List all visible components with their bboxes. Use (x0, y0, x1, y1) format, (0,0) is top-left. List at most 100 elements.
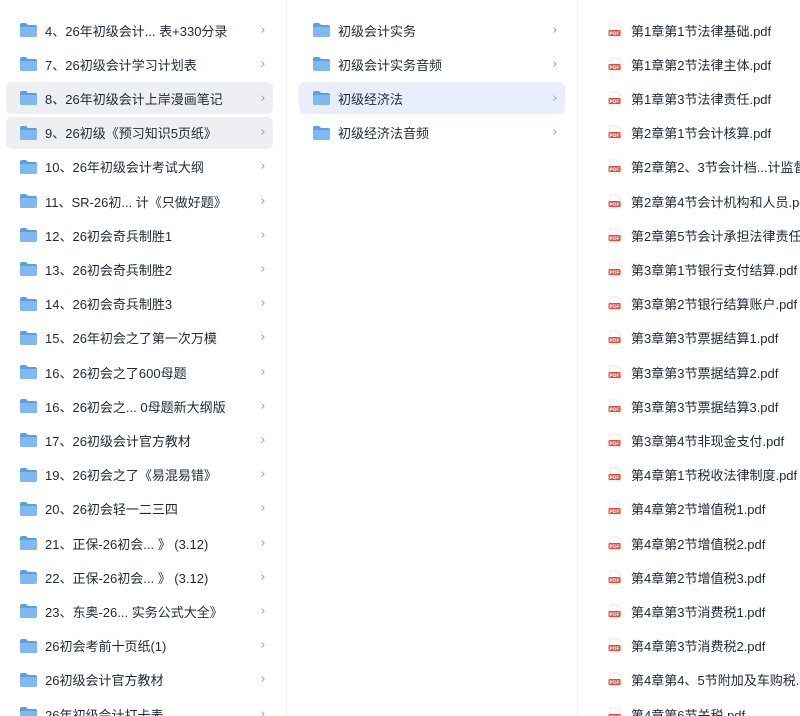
file-item[interactable]: PDF 第4章第6节关税.pdf (602, 698, 800, 716)
folder-item[interactable]: 10、26年初级会计考试大纲 › (6, 151, 273, 183)
folder-icon (20, 125, 37, 140)
svg-text:PDF: PDF (609, 441, 619, 447)
svg-text:PDF: PDF (609, 680, 619, 686)
folder-item[interactable]: 19、26初会之了《易混易错》 › (6, 459, 273, 491)
pdf-file-icon: PDF (608, 159, 623, 174)
file-item[interactable]: PDF 第3章第4节非现金支付.pdf (602, 424, 800, 456)
svg-text:PDF: PDF (609, 338, 619, 344)
file-item[interactable]: PDF 第3章第3节票据结算3.pdf (602, 390, 800, 422)
folder-item[interactable]: 26年初级会计打卡表 › (6, 698, 273, 716)
chevron-right-icon: › (260, 296, 266, 312)
folder-item[interactable]: 9、26初级《预习知识5页纸》 › (6, 116, 273, 149)
folder-name: 17、26初级会计官方教材 (45, 433, 191, 449)
chevron-right-icon: › (260, 467, 266, 483)
folder-item[interactable]: 23、东奥-26... 实务公式大全》 › (6, 595, 273, 627)
file-name: 第4章第3节消费税2.pdf (631, 639, 766, 655)
folder-name: 19、26初会之了《易混易错》 (45, 468, 217, 484)
chevron-right-icon: › (260, 90, 266, 106)
folder-item[interactable]: 11、SR-26初... 计《只做好题》 › (6, 185, 273, 217)
folder-item[interactable]: 13、26初会奇兵制胜2 › (6, 253, 273, 285)
folder-item[interactable]: 16、26初会之了600母题 › (6, 356, 273, 388)
chevron-right-icon: › (260, 432, 266, 448)
folder-item[interactable]: 12、26初会奇兵制胜1 › (6, 219, 273, 251)
file-item[interactable]: PDF 第1章第1节法律基础.pdf (602, 14, 800, 46)
folder-item[interactable]: 26初级会计官方教材 › (6, 664, 273, 696)
folder-name: 16、26初会之了600母题 (45, 365, 187, 381)
file-item[interactable]: PDF 第4章第4、5节附加及车购税.pdf (602, 664, 800, 696)
folder-name: 26初级会计官方教材 (45, 673, 164, 689)
folder-item[interactable]: 7、26初级会计学习计划表 › (6, 48, 273, 80)
file-item[interactable]: PDF 第4章第2节增值税1.pdf (602, 493, 800, 525)
file-item[interactable]: PDF 第4章第2节增值税3.pdf (602, 561, 800, 593)
folder-item[interactable]: 初级会计实务音频 › (299, 48, 565, 80)
file-item[interactable]: PDF 第4章第3节消费税2.pdf (602, 630, 800, 662)
folder-icon (313, 91, 330, 106)
folder-name: 26年初级会计打卡表 (45, 707, 164, 716)
file-name: 第1章第3节法律责任.pdf (631, 91, 772, 107)
folder-name: 9、26初级《预习知识5页纸》 (45, 126, 217, 142)
pdf-file-icon: PDF (608, 262, 623, 277)
folder-icon (20, 399, 37, 414)
folder-item[interactable]: 22、正保-26初会... 》 (3.12) › (6, 561, 273, 593)
folder-icon (20, 467, 37, 482)
folder-item[interactable]: 21、正保-26初会... 》 (3.12) › (6, 527, 273, 559)
chevron-right-icon: › (260, 261, 266, 277)
folder-icon (20, 536, 37, 550)
folder-item[interactable]: 20、26初会轻一二三四 › (6, 493, 273, 525)
folder-item[interactable]: 初级经济法音频 › (299, 117, 565, 149)
folder-name: 7、26初级会计学习计划表 (45, 57, 197, 73)
folder-name: 10、26年初级会计考试大纲 (45, 160, 204, 176)
pdf-file-icon: PDF (608, 536, 623, 551)
folder-icon (20, 433, 37, 448)
file-item[interactable]: PDF 第2章第4节会计机构和人员.pdf (602, 185, 800, 217)
pdf-file-icon: PDF (608, 365, 623, 380)
svg-text:PDF: PDF (609, 30, 619, 36)
file-item[interactable]: PDF 第4章第2节增值税2.pdf (602, 527, 800, 559)
folder-name: 14、26初会奇兵制胜3 (45, 297, 173, 313)
folder-item[interactable]: 初级会计实务 › (299, 14, 565, 46)
folder-icon (20, 501, 37, 516)
chevron-right-icon: › (260, 569, 266, 585)
file-item[interactable]: PDF 第2章第1节会计核算.pdf (602, 117, 800, 149)
svg-text:PDF: PDF (609, 543, 619, 549)
folder-item[interactable]: 16、26初会之... 0母题新大纲版 › (6, 390, 273, 422)
folder-item[interactable]: 4、26年初级会计... 表+330分录 › (6, 14, 273, 46)
file-item[interactable]: PDF 第1章第3节法律责任.pdf (602, 82, 800, 114)
folder-item[interactable]: 初级经济法 › (299, 82, 565, 115)
chevron-right-icon: › (552, 125, 558, 141)
file-item[interactable]: PDF 第3章第1节银行支付结算.pdf (602, 253, 800, 285)
file-item[interactable]: PDF 第2章第2、3节会计档...计监督 (602, 151, 800, 183)
svg-text:PDF: PDF (609, 406, 619, 412)
svg-text:PDF: PDF (609, 201, 619, 207)
svg-text:PDF: PDF (609, 235, 619, 241)
folder-item[interactable]: 17、26初级会计官方教材 › (6, 424, 273, 456)
folder-item[interactable]: 14、26初会奇兵制胜3 › (6, 288, 273, 320)
folder-item[interactable]: 15、26年初会之了第一次万模 › (6, 322, 273, 354)
folder-icon (20, 23, 37, 37)
file-item[interactable]: PDF 第2章第5节会计承担法律责任.pdf (602, 219, 800, 251)
file-item[interactable]: PDF 第1章第2节法律主体.pdf (602, 48, 800, 80)
chevron-right-icon: › (552, 22, 558, 38)
folder-icon (20, 570, 37, 585)
file-name: 第4章第6节关税.pdf (631, 707, 746, 716)
pdf-file-icon: PDF (608, 672, 623, 687)
chevron-right-icon: › (260, 398, 266, 414)
folder-name: 初级经济法 (338, 91, 404, 107)
folder-icon (20, 672, 37, 687)
file-item[interactable]: PDF 第3章第3节票据结算1.pdf (602, 322, 800, 354)
pdf-file-icon: PDF (608, 433, 623, 448)
pdf-file-icon: PDF (608, 125, 623, 140)
file-item[interactable]: PDF 第4章第3节消费税1.pdf (602, 595, 800, 627)
folder-name: 22、正保-26初会... 》 (3.12) (45, 570, 209, 586)
chevron-right-icon: › (260, 22, 266, 38)
file-name: 第4章第2节增值税3.pdf (631, 570, 766, 586)
file-item[interactable]: PDF 第3章第3节票据结算2.pdf (602, 356, 800, 388)
folder-item[interactable]: 26初会考前十页纸(1) › (6, 630, 273, 662)
chevron-right-icon: › (260, 535, 266, 551)
folder-name: 21、正保-26初会... 》 (3.12) (45, 536, 209, 552)
file-item[interactable]: PDF 第3章第2节银行结算账户.pdf (602, 288, 800, 320)
folder-item[interactable]: 8、26年初级会计上岸漫画笔记 › (6, 82, 273, 115)
file-item[interactable]: PDF 第4章第1节税收法律制度.pdf (602, 459, 800, 491)
svg-text:PDF: PDF (609, 304, 619, 310)
svg-text:PDF: PDF (609, 99, 619, 105)
